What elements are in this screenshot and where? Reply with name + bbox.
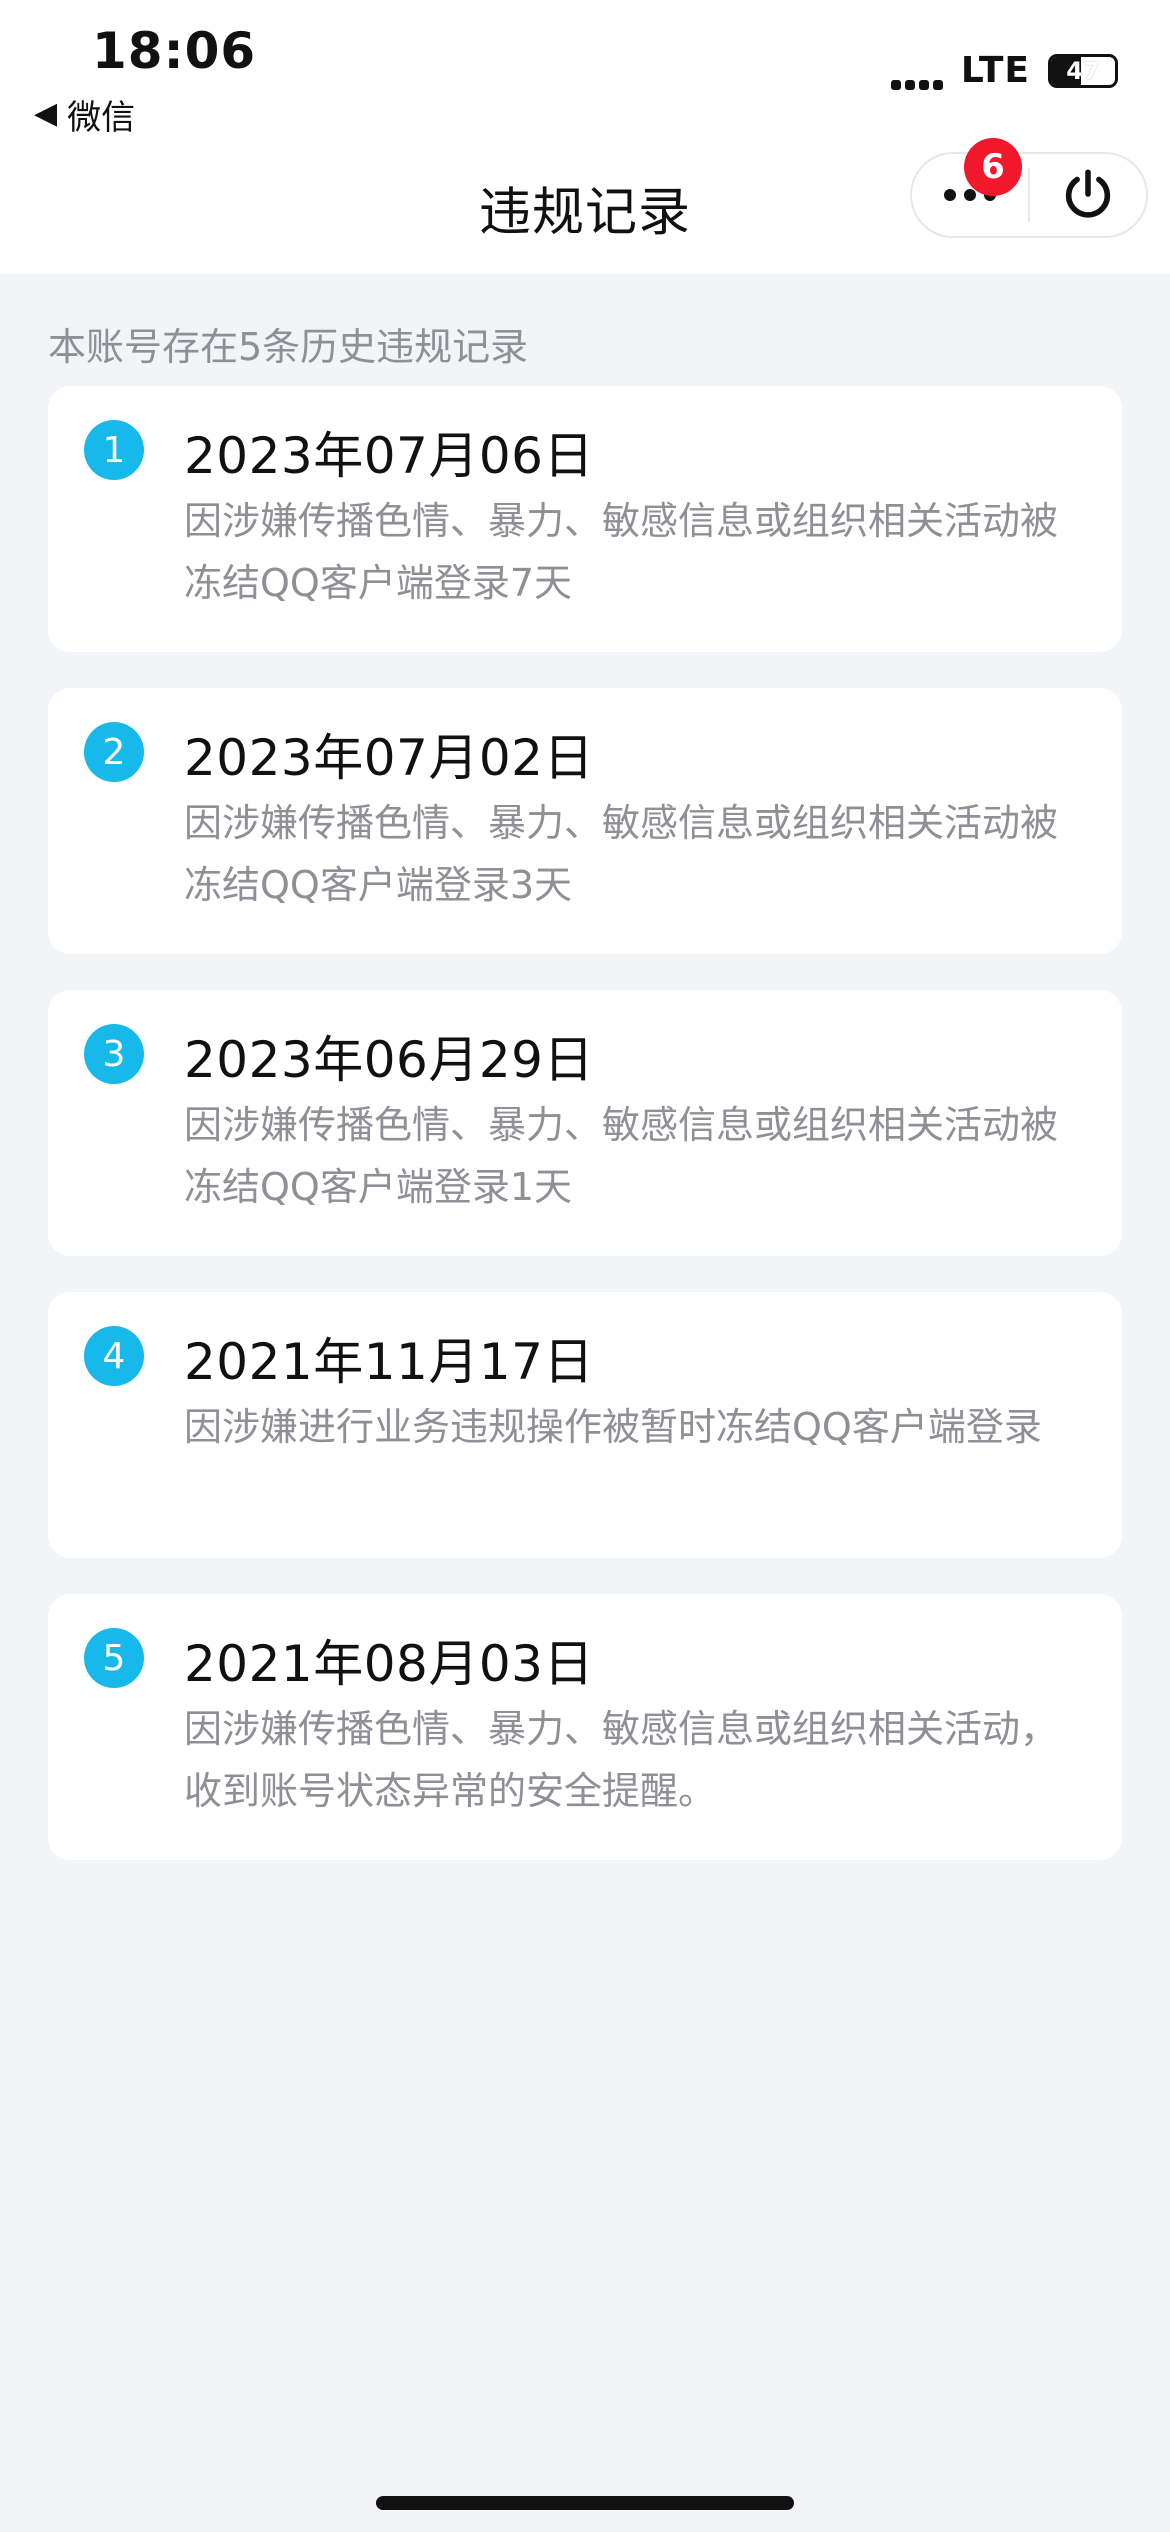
record-description: 因涉嫌传播色情、暴力、敏感信息或组织相关活动，收到账号状态异常的安全提醒。: [184, 1707, 1059, 1813]
record-card: 1 2023年07月06日 因涉嫌传播色情、暴力、敏感信息或组织相关活动被冻结Q…: [48, 386, 1122, 652]
record-card: 2 2023年07月02日 因涉嫌传播色情、暴力、敏感信息或组织相关活动被冻结Q…: [48, 688, 1122, 954]
record-date: 2023年07月02日: [184, 729, 594, 787]
record-description: 因涉嫌传播色情、暴力、敏感信息或组织相关活动被冻结QQ客户端登录1天: [184, 1103, 1059, 1209]
record-date: 2021年08月03日: [184, 1635, 594, 1693]
record-index: 2: [84, 722, 144, 782]
record-description: 因涉嫌传播色情、暴力、敏感信息或组织相关活动被冻结QQ客户端登录3天: [184, 801, 1059, 907]
network-type: LTE: [960, 50, 1030, 91]
record-index: 1: [84, 420, 144, 480]
status-time: 18:06: [92, 22, 257, 80]
record-card: 3 2023年06月29日 因涉嫌传播色情、暴力、敏感信息或组织相关活动被冻结Q…: [48, 990, 1122, 1256]
top-bar: 18:06 ◀ 微信 LTE 47 违规记录 6: [0, 0, 1170, 274]
back-to-app-label: 微信: [67, 98, 136, 138]
summary-text: 本账号存在5条历史违规记录: [48, 325, 529, 369]
record-description: 因涉嫌传播色情、暴力、敏感信息或组织相关活动被冻结QQ客户端登录7天: [184, 499, 1059, 605]
status-indicators: LTE 47: [890, 50, 1118, 91]
home-indicator[interactable]: [376, 2496, 794, 2510]
record-index: 4: [84, 1326, 144, 1386]
battery-level: 47: [1066, 56, 1100, 85]
miniapp-capsule: 6: [910, 138, 1148, 238]
record-index: 5: [84, 1628, 144, 1688]
records-page: 本账号存在5条历史违规记录 1 2023年07月06日 因涉嫌传播色情、暴力、敏…: [0, 274, 1170, 2532]
back-to-app-link[interactable]: ◀ 微信: [34, 90, 135, 139]
record-card: 4 2021年11月17日 因涉嫌进行业务违规操作被暂时冻结QQ客户端登录: [48, 1292, 1122, 1558]
close-miniapp-button[interactable]: [1030, 154, 1146, 236]
notification-badge: 6: [964, 138, 1022, 196]
signal-bars-icon: [890, 52, 943, 90]
battery-icon: 47: [1048, 53, 1118, 88]
record-description: 因涉嫌进行业务违规操作被暂时冻结QQ客户端登录: [184, 1405, 1042, 1449]
record-date: 2023年06月29日: [184, 1031, 594, 1089]
record-date: 2023年07月06日: [184, 427, 594, 485]
power-icon: [1065, 169, 1111, 218]
record-card: 5 2021年08月03日 因涉嫌传播色情、暴力、敏感信息或组织相关活动，收到账…: [48, 1594, 1122, 1860]
back-caret-icon: ◀: [34, 95, 58, 131]
record-index: 3: [84, 1024, 144, 1084]
record-date: 2021年11月17日: [184, 1333, 594, 1391]
